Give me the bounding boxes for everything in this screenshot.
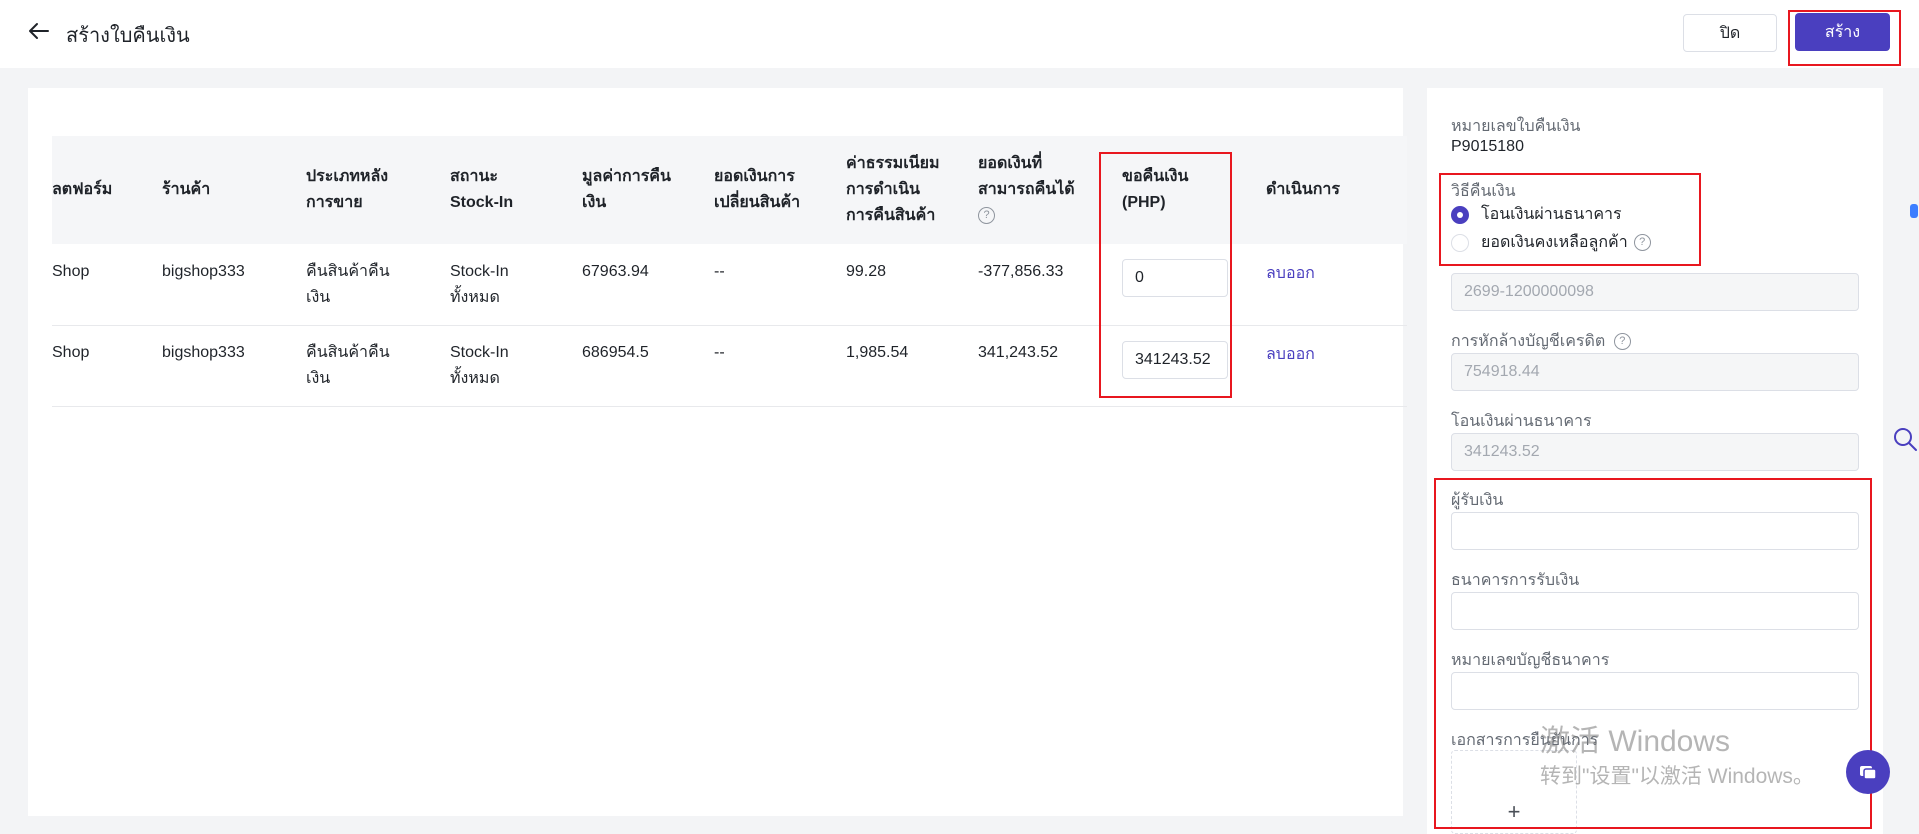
th-handling-fee: ค่าธรรมเนียม การดำเนิน การคืนสินค้า [846, 155, 940, 224]
refund-no-label: หมายเลขใบคืนเงิน [1451, 118, 1581, 135]
radio-checked-icon[interactable] [1451, 205, 1469, 224]
cell-after-sales-type: คืนสินค้าคืน เงิน [306, 263, 390, 306]
help-icon[interactable]: ? [1633, 234, 1651, 251]
cell-shop: bigshop333 [162, 344, 245, 361]
th-after-sales-type: ประเภทหลัง การขาย [306, 168, 389, 211]
th-platform: ลตฟอร์ม [52, 181, 113, 198]
refund-method-label: วิธีคืนเงิน [1451, 183, 1516, 200]
cell-exchange-amount: -- [714, 263, 725, 280]
table-row: Shop bigshop333 คืนสินค้าคืน เงิน Stock-I… [52, 244, 1407, 326]
th-action: ดำเนินการ [1266, 181, 1340, 198]
refund-request-input[interactable]: 0 [1122, 259, 1228, 297]
th-shop: ร้านค้า [162, 181, 211, 198]
credit-offset-input: 754918.44 [1451, 353, 1859, 391]
refund-request-input[interactable]: 341243.52 [1122, 341, 1228, 379]
table-header: ลตฟอร์ม ร้านค้า ประเภทหลัง การขาย สถานะ St… [52, 136, 1407, 244]
receiving-bank-input[interactable] [1451, 592, 1859, 630]
cell-shop: bigshop333 [162, 263, 245, 280]
cell-stockin-status: Stock-In ทั้งหมด [450, 344, 509, 387]
bank-transfer-input: 341243.52 [1451, 433, 1859, 471]
cell-after-sales-type: คืนสินค้าคืน เงิน [306, 344, 390, 387]
search-icon[interactable] [1892, 426, 1918, 452]
close-button[interactable]: ปิด [1683, 14, 1777, 52]
cell-refund-value: 67963.94 [582, 263, 649, 280]
radio-bank-transfer[interactable]: โอนเงินผ่านธนาคาร [1451, 202, 1622, 227]
activation-watermark-hint: 转到"设置"以激活 Windows。 [1540, 765, 1814, 788]
table-row: Shop bigshop333 คืนสินค้าคืน เงิน Stock-I… [52, 326, 1407, 407]
cell-refundable-amount: -377,856.33 [978, 263, 1064, 280]
activation-watermark: 激活 Windows [1540, 725, 1731, 758]
cell-platform: Shop [52, 344, 90, 361]
cell-exchange-amount: -- [714, 344, 725, 361]
cell-handling-fee: 1,985.54 [846, 344, 909, 361]
plus-icon: + [1507, 799, 1521, 824]
credit-offset-label: การหักล้างบัญชีเครดิต ? [1451, 329, 1631, 354]
th-refund-value: มูลค่าการคืน เงิน [582, 168, 671, 211]
th-refund-request: ขอคืนเงิน (PHP) [1122, 168, 1189, 211]
remove-link[interactable]: ลบออก [1266, 261, 1315, 287]
create-button[interactable]: สร้าง [1795, 13, 1890, 51]
cell-handling-fee: 99.28 [846, 263, 887, 280]
refund-no-value: P9015180 [1451, 138, 1524, 155]
cell-platform: Shop [52, 263, 90, 280]
receiving-bank-label: ธนาคารการรับเงิน [1451, 572, 1580, 589]
bank-transfer-label: โอนเงินผ่านธนาคาร [1451, 413, 1592, 430]
help-icon[interactable]: ? [978, 207, 995, 225]
th-exchange-amount: ยอดเงินการ เปลี่ยนสินค้า [714, 168, 801, 211]
payee-label: ผู้รับเงิน [1451, 492, 1504, 509]
refund-items-card: ลตฟอร์ม ร้านค้า ประเภทหลัง การขาย สถานะ St… [28, 88, 1407, 816]
bank-account-no-input[interactable] [1451, 672, 1859, 710]
radio-customer-balance[interactable]: ยอดเงินคงเหลือลูกค้า ? [1451, 230, 1651, 255]
bank-account-select[interactable]: 2699-1200000098 [1451, 273, 1859, 311]
bank-account-no-label: หมายเลขบัญชีธนาคาร [1451, 652, 1610, 669]
help-icon[interactable]: ? [1613, 333, 1631, 351]
cell-refund-value: 686954.5 [582, 344, 649, 361]
cell-stockin-status: Stock-In ทั้งหมด [450, 263, 509, 306]
payee-input[interactable] [1451, 512, 1859, 550]
chat-icon [1860, 766, 1877, 780]
cell-refundable-amount: 341,243.52 [978, 344, 1059, 361]
th-stockin-status: สถานะ Stock-In [450, 168, 514, 211]
top-bar: สร้างใบคืนเงิน ปิด สร้าง [0, 0, 1919, 68]
page-title: สร้างใบคืนเงิน [66, 25, 190, 47]
remove-link[interactable]: ลบออก [1266, 342, 1315, 368]
scrollbar-thumb[interactable] [1910, 204, 1918, 218]
radio-unchecked-icon[interactable] [1451, 233, 1469, 252]
th-refundable-amount: ยอดเงินที่ สามารถคืนได้ ? [978, 151, 1075, 229]
chat-support-button[interactable] [1846, 750, 1890, 794]
back-arrow-icon[interactable] [26, 18, 52, 44]
